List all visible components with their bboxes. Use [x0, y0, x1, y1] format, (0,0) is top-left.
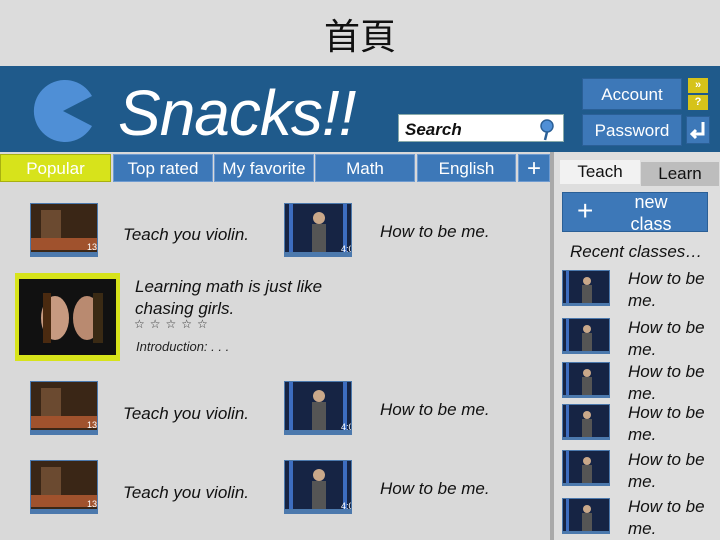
video-thumbnail[interactable]: 4:0: [284, 381, 352, 435]
page-title: 首頁: [323, 17, 396, 58]
class-title[interactable]: How to be me.: [628, 317, 718, 361]
app-title: Snacks!!: [118, 77, 356, 149]
class-thumbnail[interactable]: [562, 318, 610, 354]
video-thumbnail[interactable]: 4:0: [284, 203, 352, 257]
tab-math[interactable]: Math: [315, 154, 415, 182]
recent-classes-heading: Recent classes…: [570, 242, 703, 261]
account-button[interactable]: Account: [582, 78, 682, 110]
class-thumbnail[interactable]: [562, 404, 610, 440]
video-title[interactable]: Teach you violin.: [123, 483, 249, 503]
new-class-button[interactable]: + new class: [562, 192, 708, 234]
tab-my-favorite[interactable]: My favorite: [214, 154, 314, 182]
class-thumbnail[interactable]: [562, 270, 610, 306]
svg-text:4:0: 4:0: [341, 501, 352, 511]
search-input[interactable]: Search: [398, 114, 564, 142]
tab-popular[interactable]: Popular: [0, 154, 111, 182]
search-label: Search: [405, 120, 462, 139]
video-thumbnail[interactable]: 13:: [30, 460, 98, 514]
svg-text:4:0: 4:0: [341, 244, 352, 254]
search-icon[interactable]: [537, 117, 561, 146]
pacman-logo-icon[interactable]: [30, 78, 96, 149]
add-tab-button[interactable]: +: [518, 154, 550, 182]
tab-top-rated[interactable]: Top rated: [113, 154, 213, 182]
video-title[interactable]: How to be me.: [380, 400, 490, 420]
video-introduction: Introduction: . . .: [136, 339, 230, 354]
svg-text:13:: 13:: [87, 242, 98, 252]
class-title[interactable]: How to be me.: [628, 361, 718, 405]
video-thumbnail[interactable]: 4:0: [284, 460, 352, 514]
tab-english[interactable]: English: [417, 154, 516, 182]
video-title[interactable]: Teach you violin.: [123, 404, 249, 424]
tab-learn[interactable]: Learn: [641, 162, 719, 186]
class-title[interactable]: How to be me.: [628, 449, 718, 493]
class-title[interactable]: How to be me.: [628, 496, 718, 540]
class-thumbnail[interactable]: [562, 450, 610, 486]
svg-text:4:0: 4:0: [341, 422, 352, 432]
class-thumbnail[interactable]: [562, 362, 610, 398]
new-class-label: new class: [630, 192, 672, 234]
video-thumbnail[interactable]: 13:: [30, 381, 98, 435]
class-title[interactable]: How to be me.: [628, 402, 718, 446]
svg-text:13:: 13:: [87, 420, 98, 430]
rating-stars[interactable]: ☆☆☆☆☆: [134, 317, 213, 331]
plus-icon: +: [577, 195, 594, 226]
video-title[interactable]: How to be me.: [380, 222, 490, 242]
featured-video-thumbnail[interactable]: [15, 273, 120, 361]
enter-icon[interactable]: [686, 116, 710, 144]
svg-text:13:: 13:: [87, 499, 98, 509]
featured-video-title[interactable]: Learning math is just like chasing girls…: [135, 276, 355, 320]
video-thumbnail[interactable]: 13:: [30, 203, 98, 257]
tab-teach[interactable]: Teach: [560, 160, 640, 184]
video-title[interactable]: How to be me.: [380, 479, 490, 499]
class-thumbnail[interactable]: [562, 498, 610, 534]
help-icon[interactable]: ?: [688, 95, 708, 110]
next-icon[interactable]: »: [688, 78, 708, 93]
video-title[interactable]: Teach you violin.: [123, 225, 249, 245]
password-button[interactable]: Password: [582, 114, 682, 146]
class-title[interactable]: How to be me.: [628, 268, 718, 312]
